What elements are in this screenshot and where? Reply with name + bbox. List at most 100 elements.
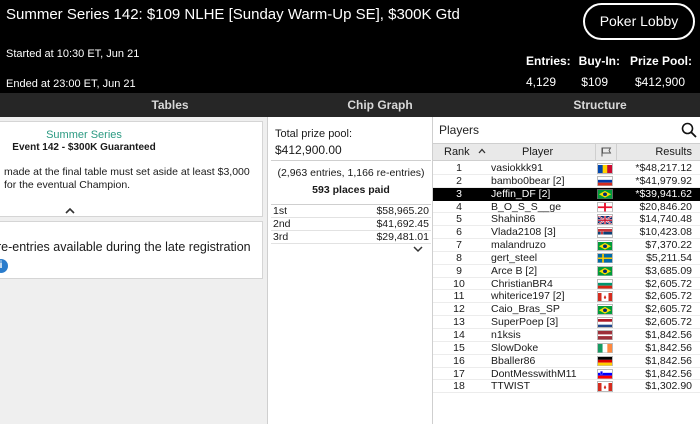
player-row[interactable]: 2 bambo0bear [2] *$41,979.92	[433, 175, 700, 188]
player-result: $1,302.90	[645, 380, 692, 393]
player-column-header[interactable]: Player	[522, 146, 553, 158]
player-row[interactable]: 13 SuperPoep [3] $2,605.72	[433, 316, 700, 329]
player-result: $2,605.72	[645, 316, 692, 329]
player-row[interactable]: 18 TTWIST $1,302.90	[433, 380, 700, 394]
final-table-note: made at the final table must set aside a…	[4, 166, 250, 191]
player-row[interactable]: 8 gert_steel $5,211.54	[433, 252, 700, 265]
player-result: $20,846.20	[639, 200, 692, 213]
payout-row: 1st $58,965.20	[271, 205, 431, 218]
results-column-header[interactable]: Results	[655, 146, 692, 158]
player-name: Arce B [2]	[491, 264, 538, 277]
player-name: gert_steel	[491, 251, 538, 264]
player-row[interactable]: 4 B_O_S_S__ge $20,846.20	[433, 201, 700, 214]
players-title: Players	[439, 123, 480, 137]
players-table-header: Rank Player Results	[433, 143, 700, 161]
player-row[interactable]: 9 Arce B [2] $3,685.09	[433, 265, 700, 278]
rank-column-header[interactable]: Rank	[444, 146, 470, 158]
reentry-text: re-entries available during the late reg…	[0, 240, 251, 254]
tab-chip-graph[interactable]: Chip Graph	[240, 93, 520, 117]
event-name: Event 142 - $300K Guaranteed	[12, 142, 156, 153]
slovenia-flag-icon	[597, 368, 613, 379]
player-row[interactable]: 10 ChristianBR4 $2,605.72	[433, 278, 700, 291]
player-rank: 3	[456, 187, 462, 200]
player-row[interactable]: 16 Bballer86 $1,842.56	[433, 355, 700, 368]
divider	[271, 160, 431, 161]
player-row[interactable]: 14 n1ksis $1,842.56	[433, 329, 700, 342]
brazil-flag-icon	[597, 304, 613, 315]
player-row[interactable]: 17 DontMesswithM11 $1,842.56	[433, 368, 700, 381]
entries-value: 4,129	[526, 75, 557, 89]
ireland-flag-icon	[597, 342, 613, 354]
player-rank: 18	[453, 380, 465, 393]
player-row[interactable]: 6 Vlada2108 [3] $10,423.08	[433, 226, 700, 240]
player-name: bambo0bear [2]	[491, 174, 565, 187]
prize-pool-value: $412,900.00	[275, 143, 342, 157]
sort-ascending-icon[interactable]	[478, 148, 486, 154]
player-row[interactable]: 5 Shahin86 $14,740.48	[433, 213, 700, 227]
player-result: *$41,979.92	[635, 174, 692, 187]
search-icon[interactable]	[681, 122, 697, 138]
payout-amount: $41,692.45	[376, 218, 429, 230]
player-rank: 4	[456, 200, 462, 213]
player-name: Bballer86	[491, 354, 536, 367]
series-name: Summer Series	[46, 129, 122, 141]
player-name: whiterice197 [2]	[491, 290, 565, 303]
payout-place: 2nd	[273, 218, 291, 230]
player-rank: 7	[456, 239, 462, 252]
canada-flag-icon	[597, 291, 613, 302]
info-icon[interactable]: i	[0, 259, 8, 273]
player-result: $10,423.08	[639, 226, 692, 239]
places-paid: 593 places paid	[312, 184, 390, 196]
player-name: vasiokkk91	[491, 162, 543, 174]
payout-place: 3rd	[273, 231, 289, 243]
prize-panel: Total prize pool: $412,900.00 (2,963 ent…	[267, 117, 433, 424]
player-rank: 11	[453, 290, 465, 303]
prizepool-label: Prize Pool:	[630, 54, 693, 68]
buyin-value: $109	[581, 75, 608, 89]
serbia-flag-icon	[597, 227, 613, 238]
player-result: $1,842.56	[645, 328, 692, 341]
entries-label: Entries:	[526, 54, 571, 68]
payout-row: 2nd $41,692.45	[271, 218, 431, 231]
netherlands-flag-icon	[597, 317, 613, 328]
player-name: ChristianBR4	[491, 277, 553, 290]
player-rank: 12	[453, 303, 465, 316]
player-row[interactable]: 7 malandruzo $7,370.22	[433, 239, 700, 252]
prizepool-value: $412,900	[634, 75, 685, 89]
player-result: $2,605.72	[645, 303, 692, 316]
player-result: *$39,941.62	[635, 187, 692, 200]
payout-list: 1st $58,965.20 2nd $41,692.45 3rd $29,48…	[271, 204, 431, 244]
event-info-card: Summer Series Event 142 - $300K Guarante…	[0, 121, 263, 217]
player-name: SuperPoep [3]	[491, 316, 559, 329]
bulgaria-flag-icon	[597, 278, 613, 290]
player-result: $1,842.56	[645, 354, 692, 367]
player-rank: 8	[456, 251, 462, 264]
entries-note: (2,963 entries, 1,166 re-entries)	[277, 167, 425, 179]
flag-column-header[interactable]	[595, 144, 617, 161]
payout-amount: $58,965.20	[376, 205, 429, 217]
player-row[interactable]: 1 vasiokkk91 *$48,217.12	[433, 162, 700, 175]
flag-icon	[601, 147, 612, 157]
sweden-flag-icon	[597, 252, 613, 264]
tab-structure[interactable]: Structure	[500, 93, 700, 117]
chevron-down-icon[interactable]	[413, 245, 423, 253]
player-result: $1,842.56	[645, 367, 692, 380]
chevron-up-icon[interactable]	[64, 206, 76, 216]
player-rank: 2	[456, 174, 462, 187]
player-row[interactable]: 3 Jeffin_DF [2] *$39,941.62	[433, 187, 700, 201]
player-row[interactable]: 15 SlowDoke $1,842.56	[433, 342, 700, 355]
player-result: $5,211.54	[646, 251, 692, 264]
player-row[interactable]: 12 Caio_Bras_SP $2,605.72	[433, 303, 700, 317]
prize-summary: Total prize pool: $412,900.00 (2,963 ent…	[271, 121, 431, 253]
poker-lobby-button[interactable]: Poker Lobby	[583, 3, 695, 40]
player-row[interactable]: 11 whiterice197 [2] $2,605.72	[433, 290, 700, 304]
player-result: $2,605.72	[645, 290, 692, 303]
player-name: B_O_S_S__ge	[491, 200, 562, 213]
canada-flag-icon	[597, 381, 613, 392]
player-name: Shahin86	[491, 213, 536, 226]
player-rank: 16	[453, 354, 465, 367]
player-name: DontMesswithM11	[491, 367, 577, 380]
player-rank: 6	[456, 226, 462, 239]
uk-flag-icon	[597, 214, 613, 226]
player-rank: 15	[453, 341, 465, 354]
